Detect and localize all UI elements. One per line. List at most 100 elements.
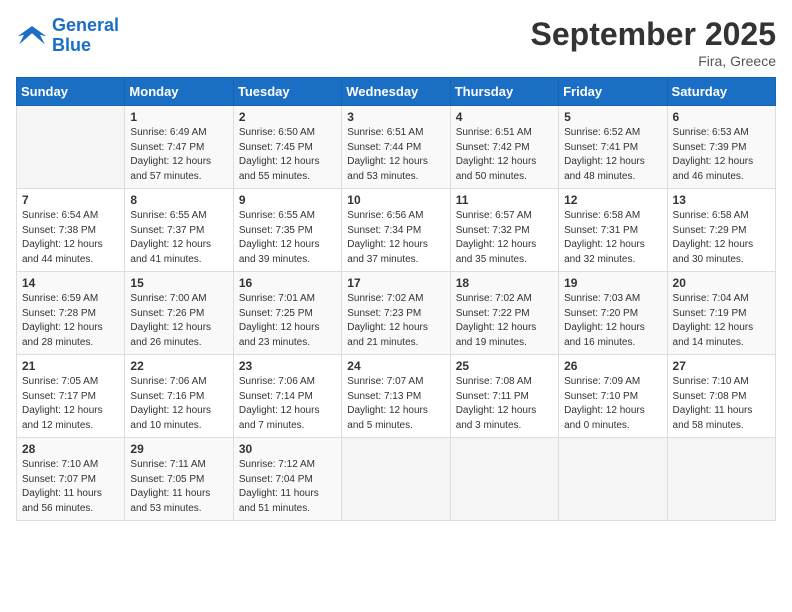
day-number: 8 (130, 193, 227, 207)
day-info: Sunrise: 7:01 AM Sunset: 7:25 PM Dayligh… (239, 292, 336, 350)
logo-text: GeneralBlue (52, 16, 119, 56)
calendar-day-header: Friday (559, 78, 667, 106)
day-number: 7 (22, 193, 119, 207)
day-info: Sunrise: 6:50 AM Sunset: 7:45 PM Dayligh… (239, 126, 336, 184)
day-number: 28 (22, 442, 119, 456)
calendar-cell: 13 Sunrise: 6:58 AM Sunset: 7:29 PM Dayli… (667, 189, 775, 272)
calendar-cell: 22Sunrise: 7:06 AM Sunset: 7:16 PM Dayli… (125, 355, 233, 438)
day-info: Sunrise: 7:07 AM Sunset: 7:13 PM Dayligh… (347, 375, 444, 433)
calendar-cell: 29 Sunrise: 7:11 AM Sunset: 7:05 PM Dayli… (125, 438, 233, 521)
day-number: 4 (456, 110, 553, 124)
day-info: Sunrise: 7:08 AM Sunset: 7:11 PM Dayligh… (456, 375, 553, 433)
day-info: Sunrise: 7:02 AM Sunset: 7:22 PM Dayligh… (456, 292, 553, 350)
day-info: Sunrise: 7:00 AM Sunset: 7:26 PM Dayligh… (130, 292, 227, 350)
calendar-day-header: Saturday (667, 78, 775, 106)
calendar-cell: 21Sunrise: 7:05 AM Sunset: 7:17 PM Dayli… (17, 355, 125, 438)
day-info: Sunrise: 6:54 AM Sunset: 7:38 PM Dayligh… (22, 209, 119, 267)
calendar-cell: 9 Sunrise: 6:55 AM Sunset: 7:35 PM Daylig… (233, 189, 341, 272)
day-number: 18 (456, 276, 553, 290)
day-info: Sunrise: 6:57 AM Sunset: 7:32 PM Dayligh… (456, 209, 553, 267)
calendar-week-row: 1 Sunrise: 6:49 AM Sunset: 7:47 PM Daylig… (17, 106, 776, 189)
calendar-week-row: 14Sunrise: 6:59 AM Sunset: 7:28 PM Dayli… (17, 272, 776, 355)
calendar-cell: 20Sunrise: 7:04 AM Sunset: 7:19 PM Dayli… (667, 272, 775, 355)
day-number: 13 (673, 193, 770, 207)
day-info: Sunrise: 7:04 AM Sunset: 7:19 PM Dayligh… (673, 292, 770, 350)
calendar-cell: 18 Sunrise: 7:02 AM Sunset: 7:22 PM Dayli… (450, 272, 558, 355)
day-info: Sunrise: 6:49 AM Sunset: 7:47 PM Dayligh… (130, 126, 227, 184)
day-info: Sunrise: 7:10 AM Sunset: 7:07 PM Dayligh… (22, 458, 119, 516)
calendar-day-header: Thursday (450, 78, 558, 106)
day-info: Sunrise: 7:11 AM Sunset: 7:05 PM Dayligh… (130, 458, 227, 516)
day-info: Sunrise: 6:55 AM Sunset: 7:37 PM Dayligh… (130, 209, 227, 267)
calendar-cell: 6 Sunrise: 6:53 AM Sunset: 7:39 PM Daylig… (667, 106, 775, 189)
calendar-cell: 15 Sunrise: 7:00 AM Sunset: 7:26 PM Dayli… (125, 272, 233, 355)
calendar-cell: 26 Sunrise: 7:09 AM Sunset: 7:10 PM Dayli… (559, 355, 667, 438)
day-number: 9 (239, 193, 336, 207)
day-info: Sunrise: 6:58 AM Sunset: 7:31 PM Dayligh… (564, 209, 661, 267)
month-title: September 2025 (531, 16, 776, 53)
day-info: Sunrise: 6:56 AM Sunset: 7:34 PM Dayligh… (347, 209, 444, 267)
day-info: Sunrise: 6:51 AM Sunset: 7:42 PM Dayligh… (456, 126, 553, 184)
day-info: Sunrise: 7:05 AM Sunset: 7:17 PM Dayligh… (22, 375, 119, 433)
calendar-week-row: 28 Sunrise: 7:10 AM Sunset: 7:07 PM Dayli… (17, 438, 776, 521)
day-number: 17 (347, 276, 444, 290)
calendar-table: SundayMondayTuesdayWednesdayThursdayFrid… (16, 77, 776, 521)
day-number: 12 (564, 193, 661, 207)
calendar-cell: 11 Sunrise: 6:57 AM Sunset: 7:32 PM Dayli… (450, 189, 558, 272)
calendar-day-header: Sunday (17, 78, 125, 106)
day-info: Sunrise: 6:51 AM Sunset: 7:44 PM Dayligh… (347, 126, 444, 184)
calendar-cell: 23Sunrise: 7:06 AM Sunset: 7:14 PM Dayli… (233, 355, 341, 438)
calendar-day-header: Monday (125, 78, 233, 106)
day-info: Sunrise: 7:09 AM Sunset: 7:10 PM Dayligh… (564, 375, 661, 433)
day-number: 6 (673, 110, 770, 124)
calendar-week-row: 21Sunrise: 7:05 AM Sunset: 7:17 PM Dayli… (17, 355, 776, 438)
calendar-cell (667, 438, 775, 521)
calendar-cell: 3 Sunrise: 6:51 AM Sunset: 7:44 PM Daylig… (342, 106, 450, 189)
calendar-cell: 5Sunrise: 6:52 AM Sunset: 7:41 PM Daylig… (559, 106, 667, 189)
calendar-cell: 24 Sunrise: 7:07 AM Sunset: 7:13 PM Dayli… (342, 355, 450, 438)
calendar-cell: 4 Sunrise: 6:51 AM Sunset: 7:42 PM Daylig… (450, 106, 558, 189)
logo: GeneralBlue (16, 16, 119, 56)
calendar-cell (17, 106, 125, 189)
day-number: 3 (347, 110, 444, 124)
calendar-day-header: Wednesday (342, 78, 450, 106)
calendar-cell: 30 Sunrise: 7:12 AM Sunset: 7:04 PM Dayli… (233, 438, 341, 521)
calendar-cell (450, 438, 558, 521)
day-number: 27 (673, 359, 770, 373)
day-info: Sunrise: 7:10 AM Sunset: 7:08 PM Dayligh… (673, 375, 770, 433)
day-number: 1 (130, 110, 227, 124)
day-info: Sunrise: 6:52 AM Sunset: 7:41 PM Dayligh… (564, 126, 661, 184)
day-number: 30 (239, 442, 336, 456)
day-info: Sunrise: 7:06 AM Sunset: 7:16 PM Dayligh… (130, 375, 227, 433)
calendar-cell: 7 Sunrise: 6:54 AM Sunset: 7:38 PM Daylig… (17, 189, 125, 272)
day-info: Sunrise: 7:12 AM Sunset: 7:04 PM Dayligh… (239, 458, 336, 516)
title-block: September 2025 Fira, Greece (531, 16, 776, 69)
day-info: Sunrise: 6:55 AM Sunset: 7:35 PM Dayligh… (239, 209, 336, 267)
day-info: Sunrise: 6:58 AM Sunset: 7:29 PM Dayligh… (673, 209, 770, 267)
day-number: 10 (347, 193, 444, 207)
day-number: 29 (130, 442, 227, 456)
location: Fira, Greece (531, 53, 776, 69)
day-number: 24 (347, 359, 444, 373)
calendar-cell: 2 Sunrise: 6:50 AM Sunset: 7:45 PM Daylig… (233, 106, 341, 189)
day-number: 14 (22, 276, 119, 290)
day-number: 11 (456, 193, 553, 207)
calendar-header-row: SundayMondayTuesdayWednesdayThursdayFrid… (17, 78, 776, 106)
calendar-cell (342, 438, 450, 521)
calendar-cell: 10 Sunrise: 6:56 AM Sunset: 7:34 PM Dayli… (342, 189, 450, 272)
calendar-cell: 17 Sunrise: 7:02 AM Sunset: 7:23 PM Dayli… (342, 272, 450, 355)
day-number: 15 (130, 276, 227, 290)
day-info: Sunrise: 7:02 AM Sunset: 7:23 PM Dayligh… (347, 292, 444, 350)
day-number: 26 (564, 359, 661, 373)
day-number: 19 (564, 276, 661, 290)
day-info: Sunrise: 6:53 AM Sunset: 7:39 PM Dayligh… (673, 126, 770, 184)
day-number: 23 (239, 359, 336, 373)
page-header: GeneralBlue September 2025 Fira, Greece (16, 16, 776, 69)
calendar-cell: 27 Sunrise: 7:10 AM Sunset: 7:08 PM Dayli… (667, 355, 775, 438)
day-number: 2 (239, 110, 336, 124)
calendar-cell: 12 Sunrise: 6:58 AM Sunset: 7:31 PM Dayli… (559, 189, 667, 272)
calendar-cell: 14Sunrise: 6:59 AM Sunset: 7:28 PM Dayli… (17, 272, 125, 355)
calendar-cell: 16Sunrise: 7:01 AM Sunset: 7:25 PM Dayli… (233, 272, 341, 355)
logo-icon (16, 22, 48, 50)
calendar-day-header: Tuesday (233, 78, 341, 106)
